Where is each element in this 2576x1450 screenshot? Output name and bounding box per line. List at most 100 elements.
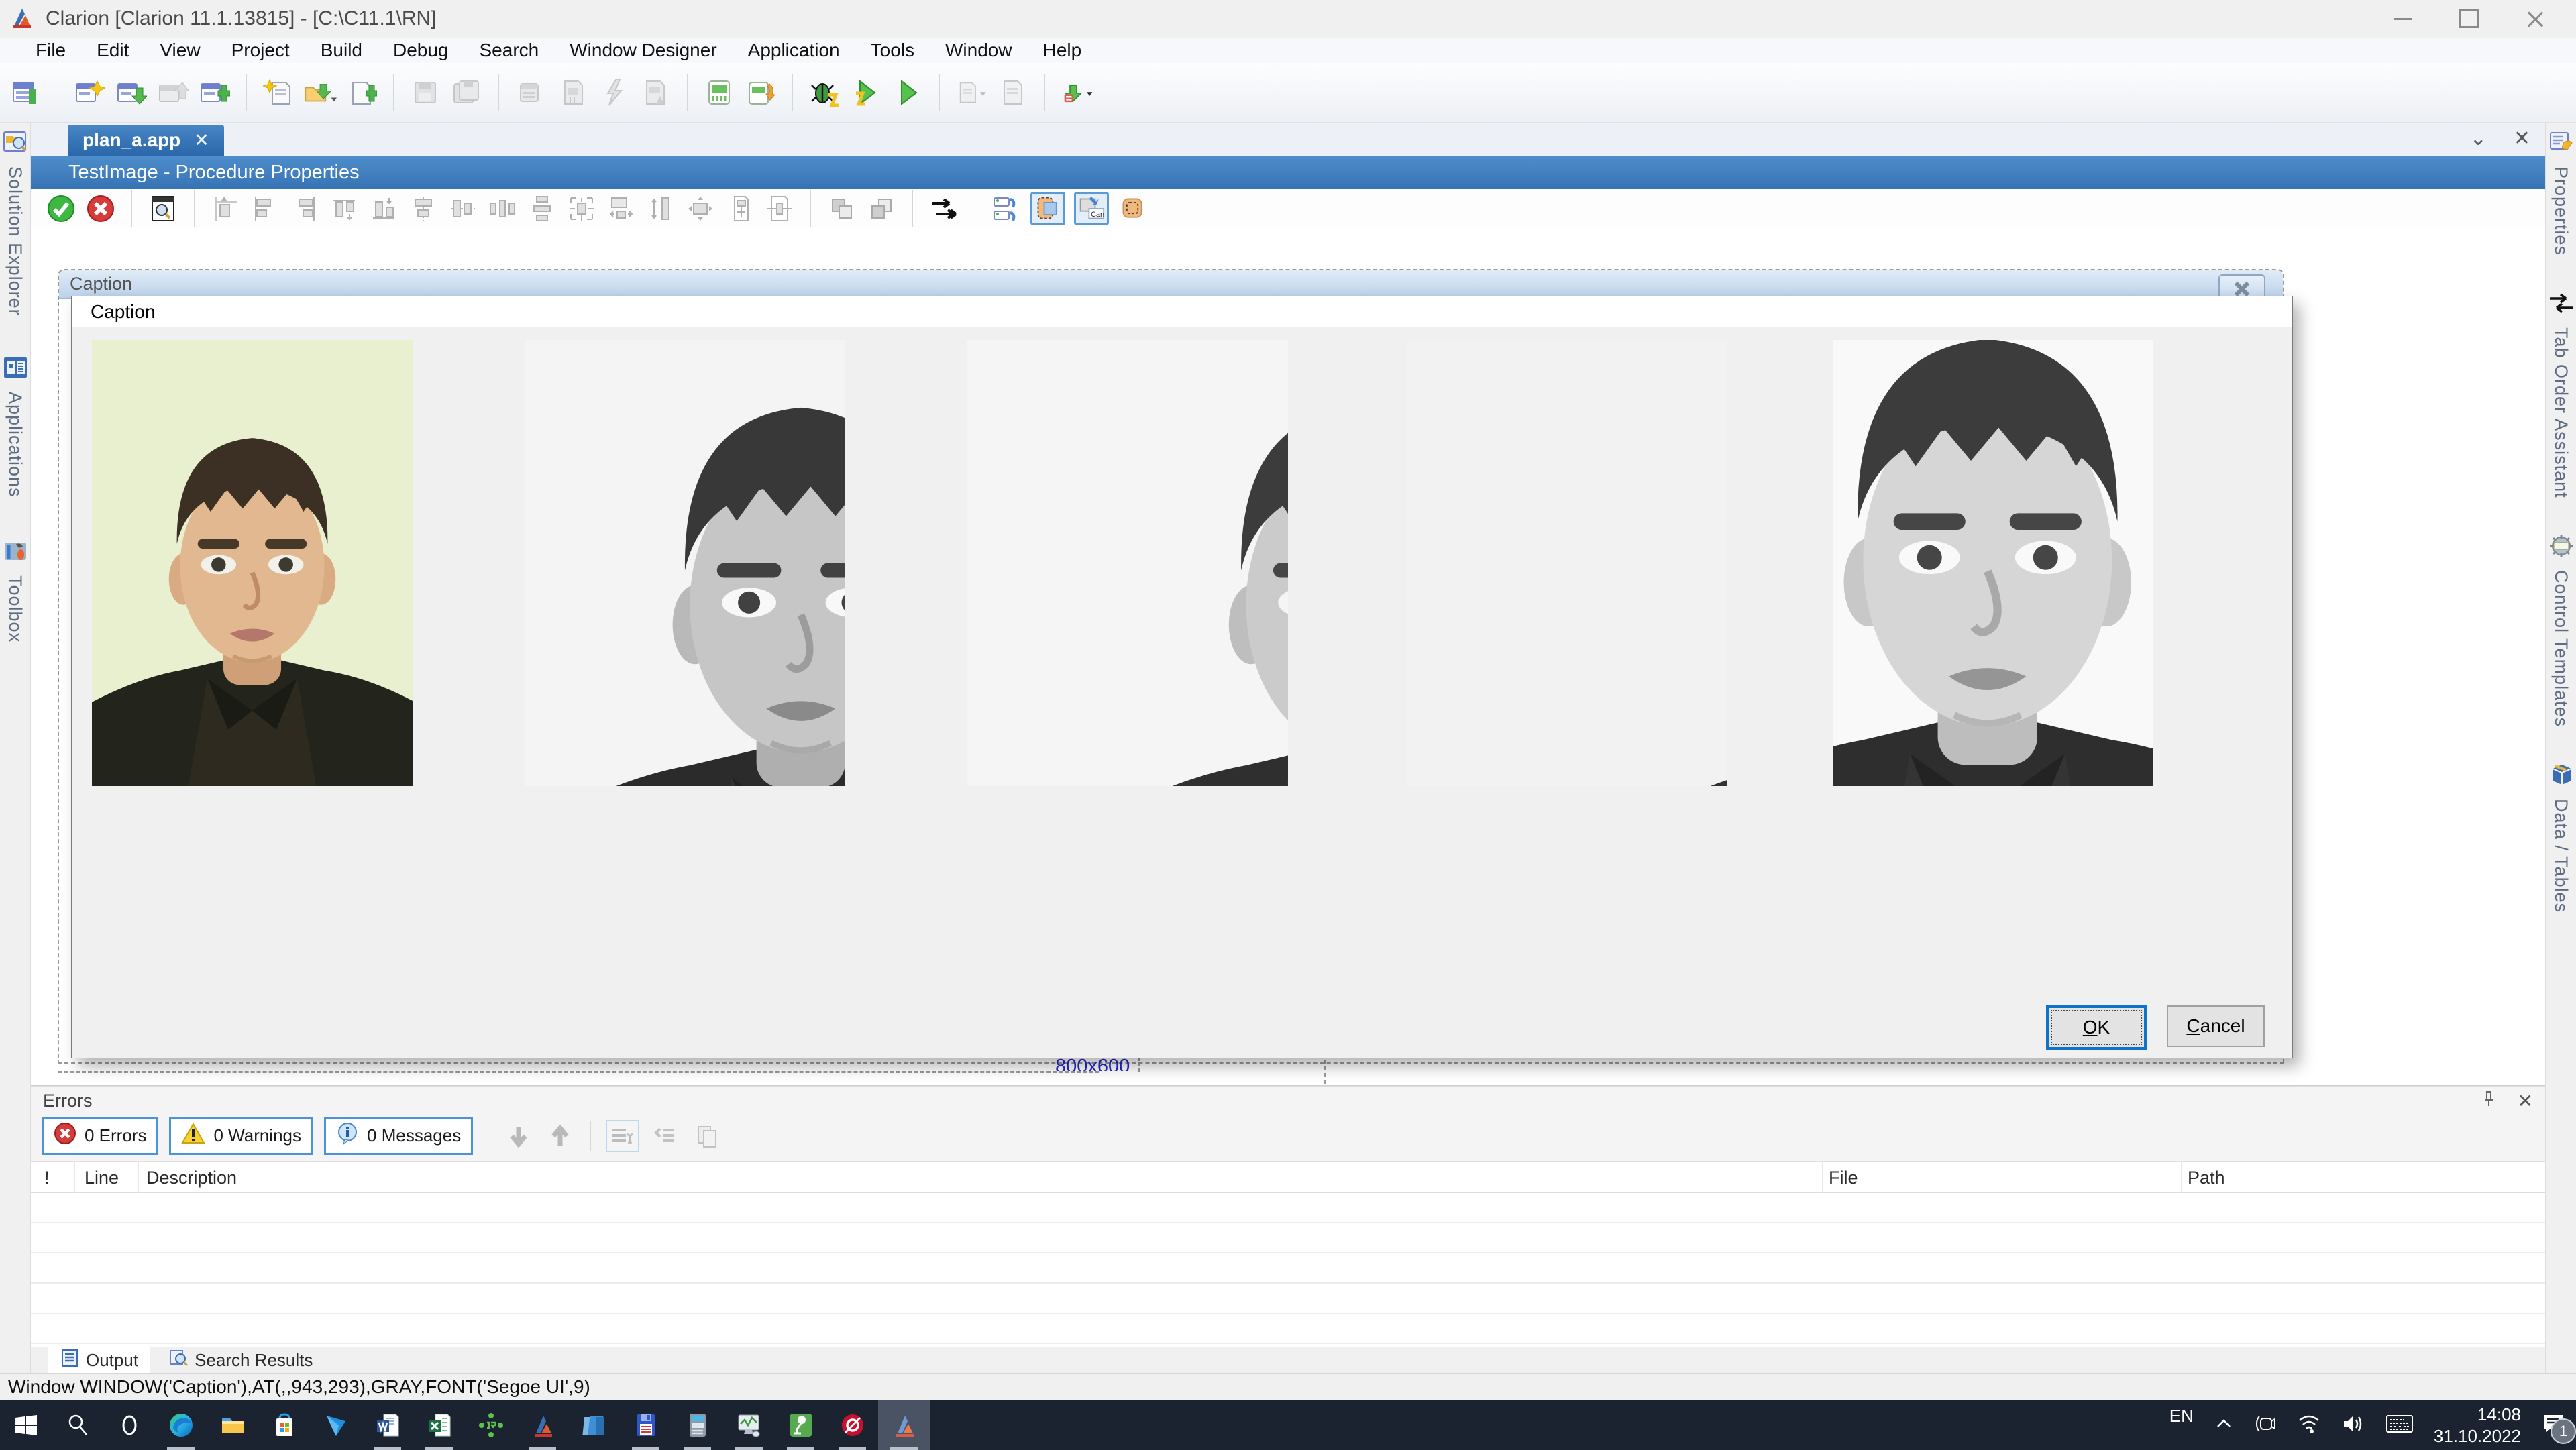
sidebar-item-tab-order-assistant[interactable]: Tab Order Assistant	[2548, 290, 2574, 498]
messages-toggle-button[interactable]: 0 Messages	[324, 1117, 473, 1155]
errors-grid[interactable]: ! Line Description File Path	[31, 1161, 2545, 1347]
sync-prompts-icon[interactable]	[991, 194, 1022, 223]
fill-column-icon[interactable]	[1030, 192, 1065, 225]
close-button[interactable]	[2526, 10, 2544, 27]
taskbar-lamp-app-icon[interactable]	[775, 1400, 826, 1450]
taskbar-file-explorer-icon[interactable]	[207, 1400, 258, 1450]
deploy-icon[interactable]	[1060, 76, 1093, 109]
new-application-icon[interactable]	[73, 76, 107, 109]
new-file-icon[interactable]	[262, 76, 295, 109]
errors-panel-close-icon[interactable]: ✕	[2518, 1090, 2533, 1112]
maximize-button[interactable]	[2459, 9, 2479, 28]
generate-code-icon[interactable]	[702, 76, 736, 109]
tray-wifi-icon[interactable]	[2297, 1412, 2321, 1439]
run-without-debugger-icon[interactable]	[891, 76, 924, 109]
align-bottom-icon[interactable]	[368, 194, 399, 223]
column-header-description[interactable]: Description	[146, 1168, 237, 1188]
center-vertical-icon[interactable]	[447, 194, 478, 223]
align-right-icon[interactable]	[289, 194, 320, 223]
sidebar-item-properties[interactable]: Properties	[2548, 129, 2574, 256]
menu-debug[interactable]: Debug	[378, 40, 464, 61]
taskbar-red-app-icon[interactable]	[826, 1400, 878, 1450]
column-header-line[interactable]: Line	[85, 1168, 119, 1188]
menu-tools[interactable]: Tools	[855, 40, 930, 61]
tab-close-icon[interactable]: ✕	[194, 130, 209, 151]
taskbar-clock[interactable]: 14:08 31.10.2022	[2434, 1404, 2521, 1447]
cancel-template-icon[interactable]: Can	[1074, 192, 1109, 225]
designer-window-titlebar[interactable]: Caption	[59, 270, 2283, 299]
close-application-icon[interactable]	[156, 76, 190, 109]
space-across-icon[interactable]	[487, 194, 518, 223]
taskbar-store-icon[interactable]	[258, 1400, 310, 1450]
preview-image-grayscale-pan-2[interactable]	[967, 340, 1288, 786]
size-width-icon[interactable]	[645, 194, 676, 223]
tab-output[interactable]: Output	[48, 1347, 150, 1373]
taskbar-monitor-app-icon[interactable]	[723, 1400, 775, 1450]
preview-image-color-portrait[interactable]	[92, 340, 413, 786]
column-header-file[interactable]: File	[1829, 1168, 1858, 1188]
start-button[interactable]	[0, 1400, 52, 1450]
selection-outline-icon[interactable]	[1118, 194, 1148, 223]
tab-list-chevron-icon[interactable]: ⌄	[2470, 127, 2487, 150]
taskbar-calculator-app-icon[interactable]	[672, 1400, 723, 1450]
column-header-path[interactable]: Path	[2188, 1168, 2225, 1188]
center-horizontal-icon[interactable]	[408, 194, 439, 223]
sidebar-item-control-templates[interactable]: Control Templates	[2548, 533, 2574, 727]
add-file-icon[interactable]	[345, 76, 378, 109]
build-project-icon[interactable]	[555, 76, 589, 109]
menu-window-designer[interactable]: Window Designer	[554, 40, 732, 61]
pin-icon[interactable]	[2480, 1090, 2498, 1112]
taskbar-word-icon[interactable]	[362, 1400, 413, 1450]
tray-touch-keyboard-icon[interactable]	[2385, 1413, 2414, 1438]
size-to-fit-icon[interactable]	[606, 194, 637, 223]
preview-image-grayscale-closeup[interactable]	[1833, 340, 2153, 786]
taskbar-edge-icon[interactable]	[155, 1400, 207, 1450]
clear-list-icon[interactable]	[606, 1120, 639, 1152]
taskbar-excel-icon[interactable]	[413, 1400, 465, 1450]
copy-icon[interactable]	[692, 1121, 722, 1151]
preview-window-icon[interactable]	[148, 194, 178, 223]
new-solution-icon[interactable]	[9, 76, 43, 109]
tray-chevron-icon[interactable]	[2214, 1414, 2234, 1437]
build-all-icon[interactable]	[639, 76, 672, 109]
rebuild-icon[interactable]	[597, 76, 631, 109]
tray-volume-icon[interactable]	[2341, 1412, 2365, 1439]
tab-order-icon[interactable]	[928, 194, 959, 223]
bring-to-front-icon[interactable]	[826, 194, 857, 223]
minimize-button[interactable]	[2394, 18, 2412, 20]
document-tab-plan-a-app[interactable]: plan_a.app ✕	[68, 125, 224, 156]
menu-help[interactable]: Help	[1028, 40, 1097, 61]
cancel-button[interactable]: Cancel	[2167, 1005, 2265, 1047]
save-all-icon[interactable]	[450, 76, 484, 109]
taskbar-floppy-app-icon[interactable]	[620, 1400, 672, 1450]
add-application-icon[interactable]	[198, 76, 231, 109]
menu-edit[interactable]: Edit	[81, 40, 144, 61]
make-same-size-icon[interactable]	[566, 194, 597, 223]
align-grid-icon[interactable]	[210, 194, 241, 223]
align-top-icon[interactable]	[329, 194, 360, 223]
errors-toggle-button[interactable]: 0 Errors	[42, 1117, 158, 1155]
size-height-icon[interactable]	[685, 194, 716, 223]
build-icon[interactable]	[514, 76, 547, 109]
sidebar-item-data-tables[interactable]: Data / Tables	[2548, 762, 2574, 913]
debug-application-icon[interactable]	[808, 76, 841, 109]
run-with-debugger-icon[interactable]	[849, 76, 883, 109]
sidebar-item-toolbox[interactable]: Toolbox	[3, 539, 28, 643]
tab-search-results[interactable]: Search Results	[157, 1347, 325, 1373]
taskbar-clarion-active-window[interactable]	[878, 1400, 930, 1450]
sidebar-item-applications[interactable]: Applications	[3, 355, 28, 498]
menu-view[interactable]: View	[144, 40, 215, 61]
taskbar-ib-app-icon[interactable]	[465, 1400, 517, 1450]
taskbar-mail-icon[interactable]	[310, 1400, 362, 1450]
open-file-icon[interactable]	[303, 76, 337, 109]
cancel-and-close-icon[interactable]	[85, 194, 116, 223]
space-down-icon[interactable]	[527, 194, 557, 223]
send-to-back-icon[interactable]	[866, 194, 897, 223]
tray-display-icon[interactable]	[2254, 1412, 2277, 1439]
taskbar-folder-stack-icon[interactable]	[568, 1400, 620, 1450]
center-in-window-v-icon[interactable]	[764, 194, 795, 223]
menu-file[interactable]: File	[20, 40, 81, 61]
sidebar-item-solution-explorer[interactable]: Solution Explorer	[3, 129, 28, 316]
ok-button[interactable]: OK	[2046, 1005, 2147, 1050]
previous-error-icon[interactable]	[545, 1121, 576, 1151]
